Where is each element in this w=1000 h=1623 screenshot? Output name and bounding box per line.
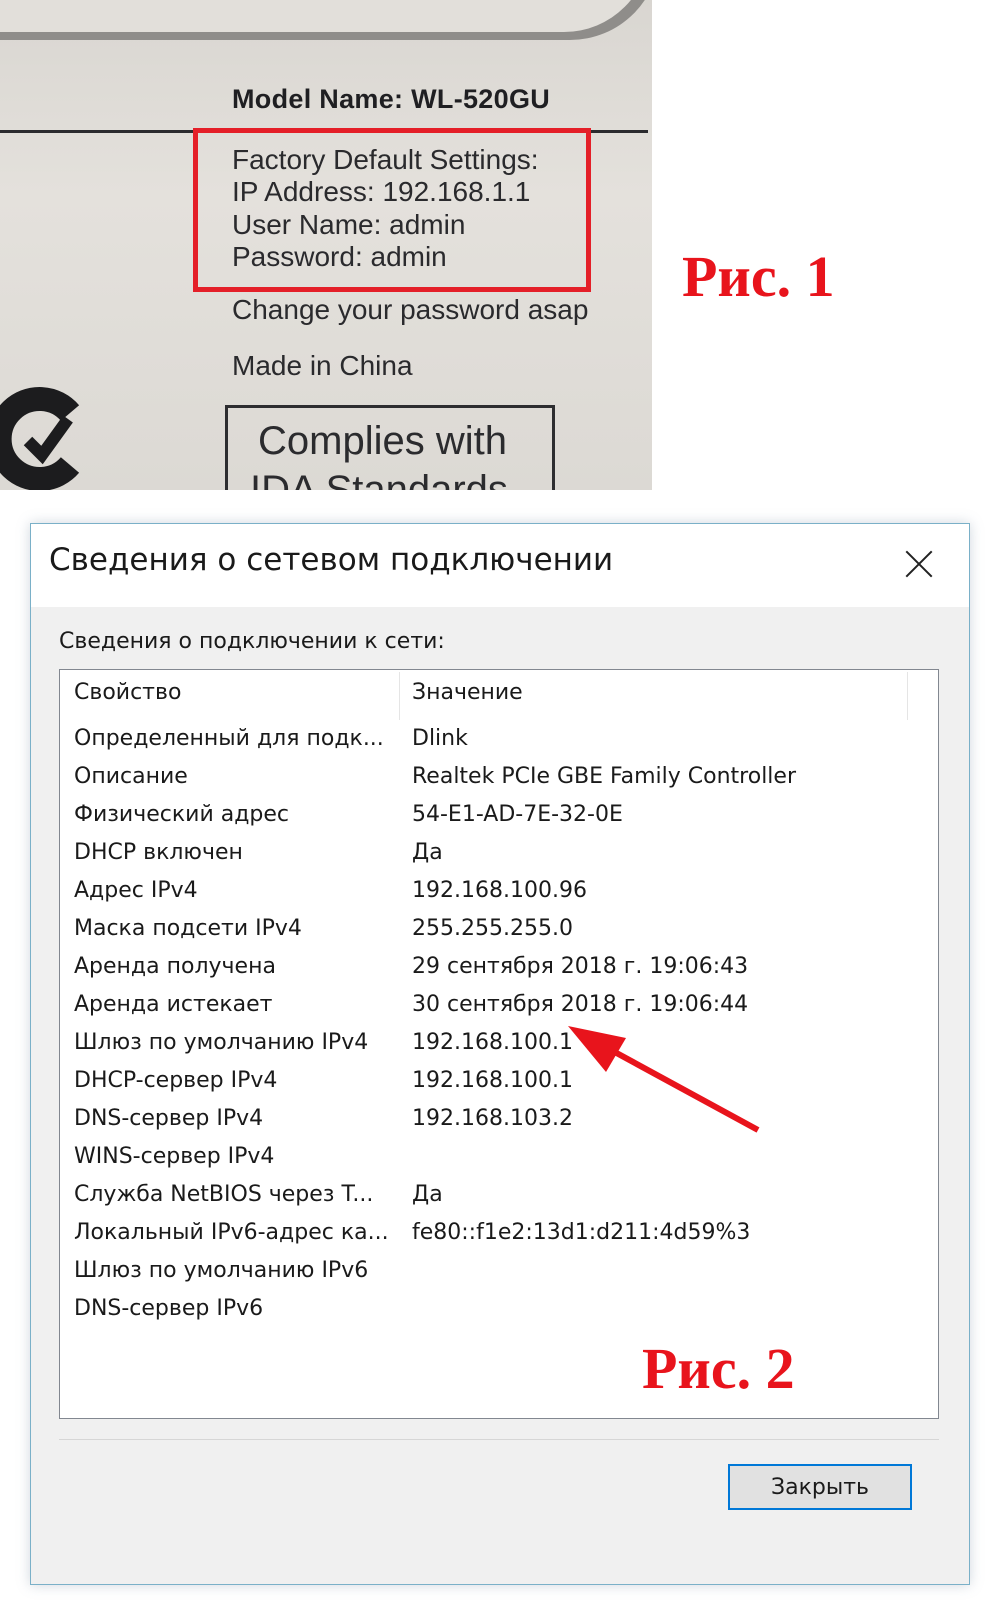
list-item[interactable]: Шлюз по умолчанию IPv4 192.168.100.1 <box>60 1024 938 1062</box>
property-cell: Адрес IPv4 <box>74 878 198 903</box>
value-cell: 255.255.255.0 <box>412 916 573 941</box>
router-label-photo: Model Name: WL-520GU Factory Default Set… <box>0 0 652 490</box>
list-item[interactable]: WINS-сервер IPv4 <box>60 1138 938 1176</box>
property-cell: DNS-сервер IPv4 <box>74 1106 264 1131</box>
property-cell: Физический адрес <box>74 802 290 827</box>
value-cell: fe80::f1e2:13d1:d211:4d59%3 <box>412 1220 751 1245</box>
property-cell: Шлюз по умолчанию IPv6 <box>74 1258 369 1283</box>
property-cell: Аренда получена <box>74 954 276 979</box>
list-item[interactable]: DNS-сервер IPv6 <box>60 1290 938 1328</box>
property-cell: WINS-сервер IPv4 <box>74 1144 275 1169</box>
column-header-value[interactable]: Значение <box>412 680 523 705</box>
list-item[interactable]: Определенный для подк... Dlink <box>60 720 938 758</box>
bottom-separator <box>59 1439 939 1440</box>
property-cell: DHCP включен <box>74 840 243 865</box>
property-cell: Маска подсети IPv4 <box>74 916 302 941</box>
column-divider-end <box>907 672 908 720</box>
property-cell: Служба NetBIOS через T... <box>74 1182 374 1207</box>
property-cell: Описание <box>74 764 188 789</box>
change-password-text: Change your password asap <box>232 294 589 325</box>
value-cell: Да <box>412 840 443 865</box>
value-cell: Dlink <box>412 726 468 751</box>
title-bar: Сведения о сетевом подключении <box>31 524 969 607</box>
complies-line-2: IDA Standards <box>250 468 508 490</box>
value-cell: Realtek PCIe GBE Family Controller <box>412 764 797 789</box>
property-cell: Шлюз по умолчанию IPv4 <box>74 1030 369 1055</box>
made-in-text: Made in China <box>232 350 413 381</box>
details-group-label: Сведения о подключении к сети: <box>59 629 445 654</box>
details-list[interactable]: Свойство Значение Определенный для подк.… <box>59 669 939 1419</box>
highlight-box <box>193 128 591 292</box>
value-cell: 192.168.100.96 <box>412 878 587 903</box>
close-icon[interactable] <box>899 544 939 584</box>
property-cell: Аренда истекает <box>74 992 273 1017</box>
figure-1-caption: Рис. 1 <box>682 244 835 309</box>
property-cell: DNS-сервер IPv6 <box>74 1296 264 1321</box>
red-arrow-icon <box>568 1026 760 1133</box>
list-item[interactable]: Шлюз по умолчанию IPv6 <box>60 1252 938 1290</box>
list-item[interactable]: Аренда получена 29 сентября 2018 г. 19:06… <box>60 948 938 986</box>
dialog-title: Сведения о сетевом подключении <box>49 542 614 578</box>
list-item[interactable]: Служба NetBIOS через T... Да <box>60 1176 938 1214</box>
complies-line-1: Complies with <box>258 419 507 463</box>
figure-2-caption: Рис. 2 <box>642 1336 795 1401</box>
list-item[interactable]: Локальный IPv6-адрес ка... fe80::f1e2:13d… <box>60 1214 938 1252</box>
property-cell: DHCP-сервер IPv4 <box>74 1068 278 1093</box>
list-item[interactable]: Описание Realtek PCIe GBE Family Controll… <box>60 758 938 796</box>
close-button[interactable]: Закрыть <box>728 1464 912 1510</box>
value-cell: 54-E1-AD-7E-32-0E <box>412 802 623 827</box>
column-divider[interactable] <box>399 672 400 720</box>
label-surface <box>0 0 650 32</box>
property-cell: Локальный IPv6-адрес ка... <box>74 1220 389 1245</box>
list-item[interactable]: Маска подсети IPv4 255.255.255.0 <box>60 910 938 948</box>
list-item[interactable]: Адрес IPv4 192.168.100.96 <box>60 872 938 910</box>
model-name-text: Model Name: WL-520GU <box>232 84 551 114</box>
list-item[interactable]: DHCP включен Да <box>60 834 938 872</box>
value-cell: 29 сентября 2018 г. 19:06:43 <box>412 954 749 979</box>
value-cell: Да <box>412 1182 443 1207</box>
list-item[interactable]: DNS-сервер IPv4 192.168.103.2 <box>60 1100 938 1138</box>
column-header-property[interactable]: Свойство <box>74 680 181 705</box>
list-item[interactable]: DHCP-сервер IPv4 192.168.100.1 <box>60 1062 938 1100</box>
property-cell: Определенный для подк... <box>74 726 384 751</box>
list-item[interactable]: Физический адрес 54-E1-AD-7E-32-0E <box>60 796 938 834</box>
list-item[interactable]: Аренда истекает 30 сентября 2018 г. 19:06… <box>60 986 938 1024</box>
c-tick-mark-icon <box>0 387 80 490</box>
network-details-dialog: Сведения о сетевом подключении Сведения … <box>30 523 970 1585</box>
